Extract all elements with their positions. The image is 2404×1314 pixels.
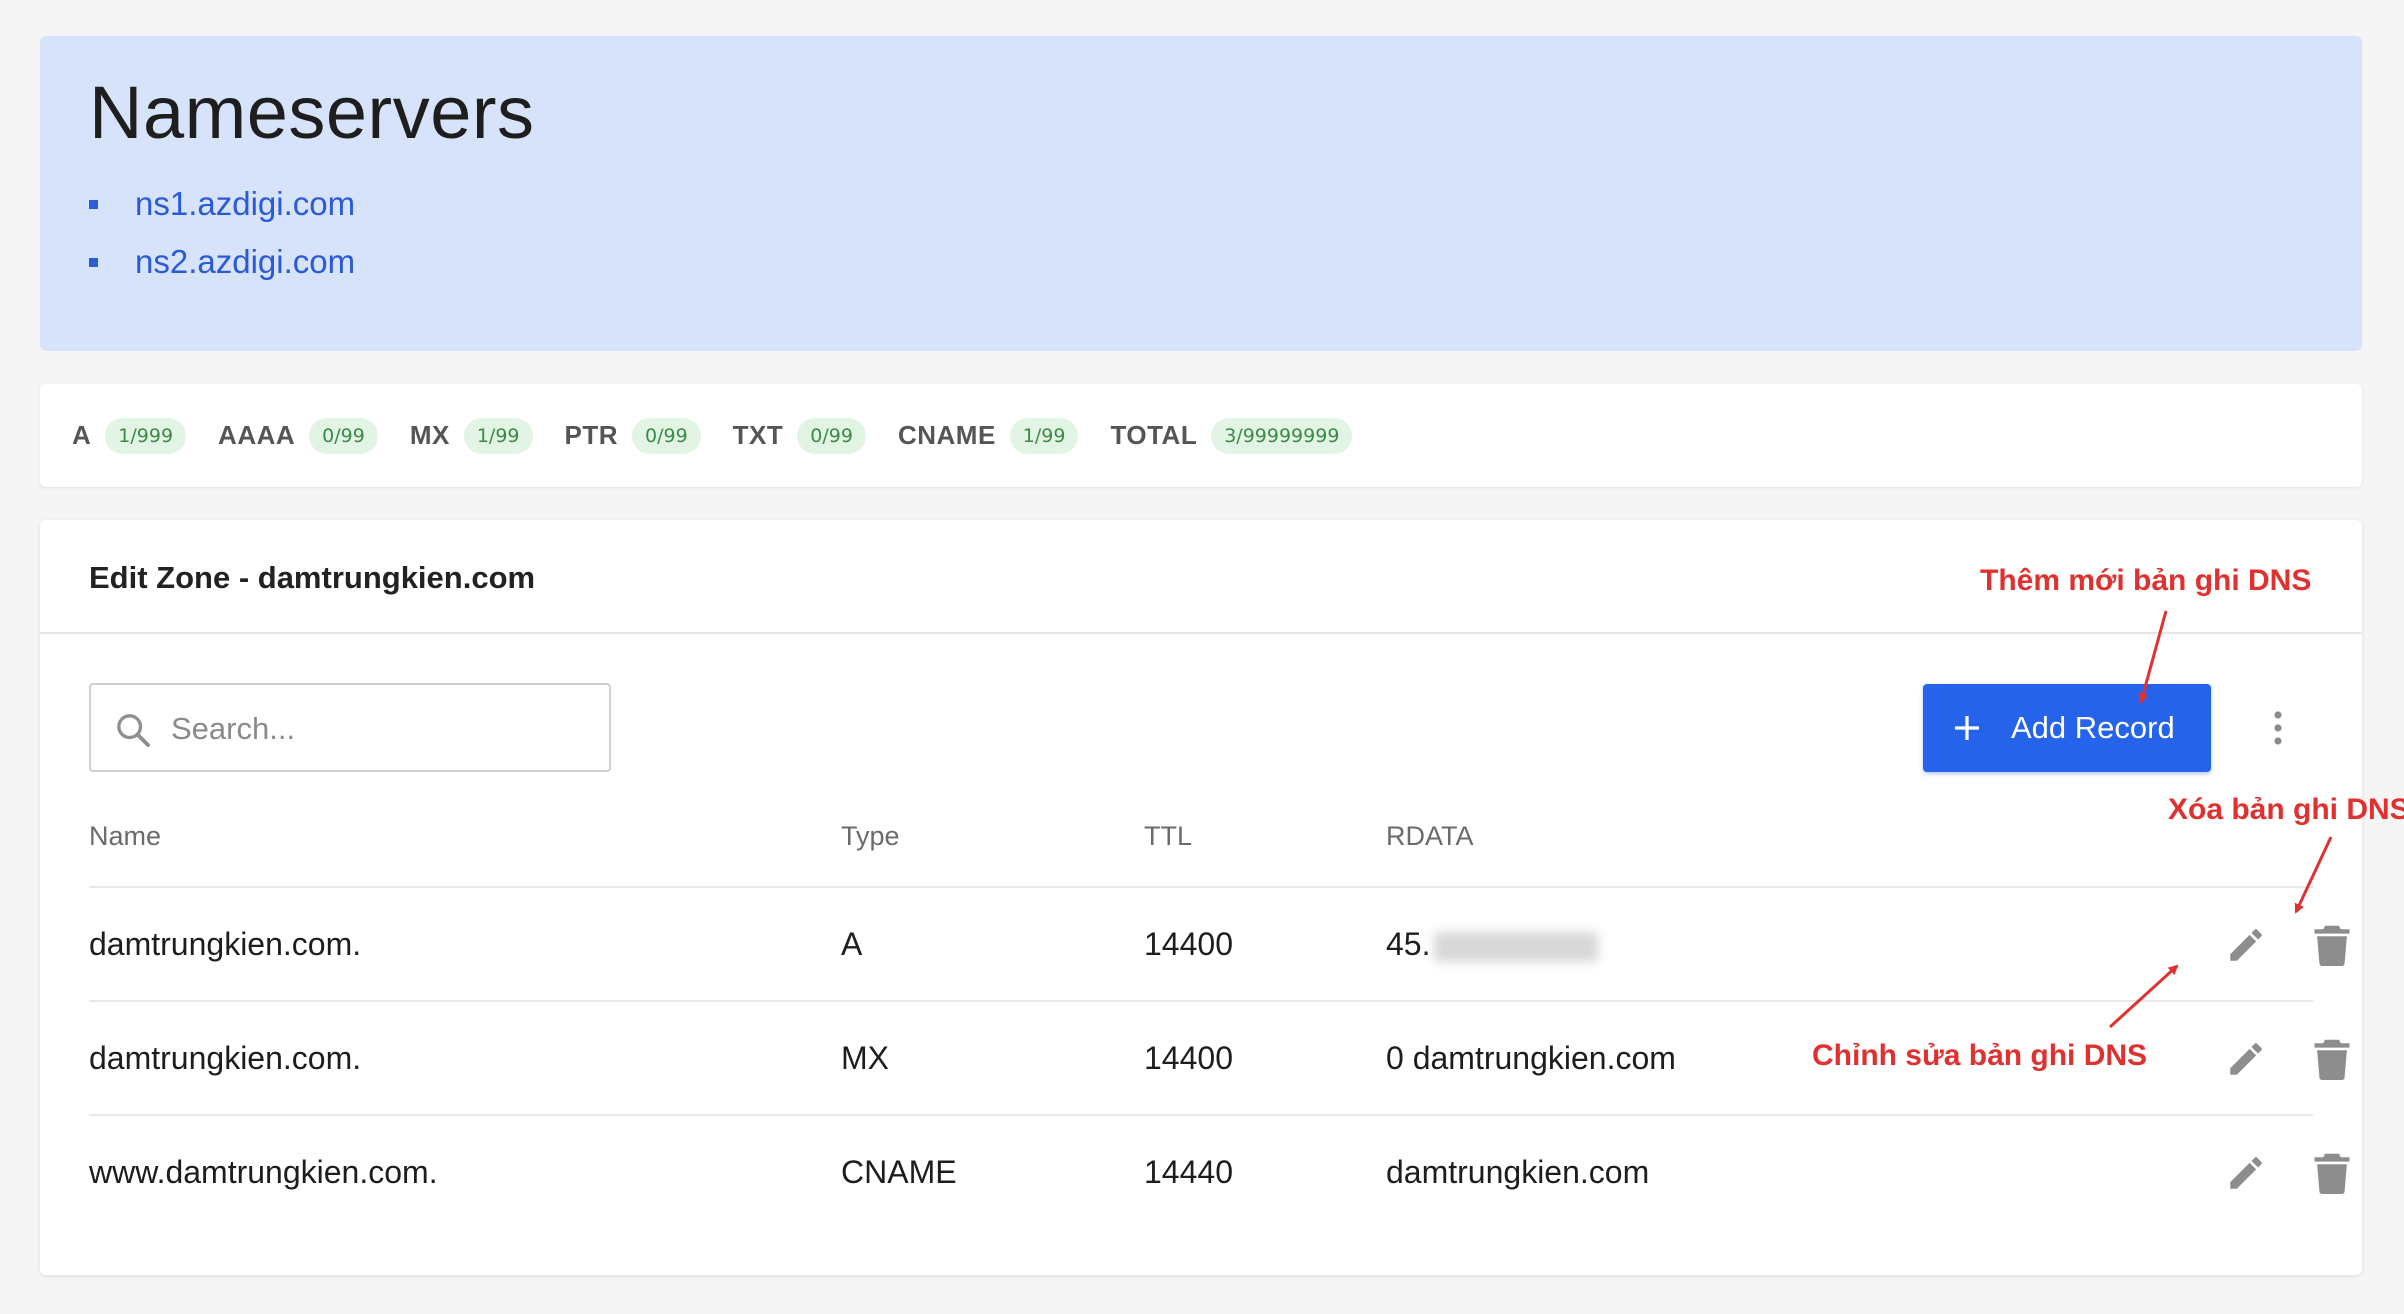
quota-label: CNAME: [897, 420, 996, 450]
redacted-ip-blur: [1434, 931, 1599, 962]
quota-badge: 1/999: [105, 417, 187, 454]
nameservers-title: Nameservers: [89, 71, 535, 154]
table-row: www.damtrungkien.com. CNAME 14440 damtru…: [89, 1114, 2350, 1230]
edit-pencil-icon[interactable]: [2225, 1038, 2267, 1080]
delete-trash-icon[interactable]: [2314, 924, 2350, 966]
quota-label: MX: [409, 420, 450, 450]
quota-label: TOTAL: [1110, 420, 1198, 450]
record-name: damtrungkien.com.: [89, 926, 362, 962]
quota-badge: 0/99: [309, 417, 378, 454]
record-rdata-visible: 45.: [1386, 926, 1431, 962]
search-input[interactable]: [169, 685, 593, 772]
more-options-icon[interactable]: [2272, 710, 2284, 746]
annotation-delete-record: Xóa bản ghi DNS: [2168, 793, 2404, 826]
quota-mx: MX 1/99: [409, 417, 533, 454]
edit-pencil-icon[interactable]: [2225, 924, 2267, 966]
table-row: damtrungkien.com. A 14400 45.: [89, 886, 2350, 1002]
record-ttl: 14440: [1144, 1154, 1233, 1190]
record-ttl: 14400: [1144, 926, 1233, 962]
delete-trash-icon[interactable]: [2314, 1152, 2350, 1194]
column-header-rdata[interactable]: RDATA: [1386, 821, 1474, 852]
zone-title: Edit Zone - damtrungkien.com: [89, 560, 536, 595]
nameserver-item: ns2.azdigi.com: [89, 233, 2313, 291]
annotation-edit-record: Chỉnh sửa bản ghi DNS: [1812, 1039, 2148, 1072]
quota-aaaa: AAAA 0/99: [218, 417, 378, 454]
nameserver-link-2[interactable]: ns2.azdigi.com: [135, 243, 355, 280]
quota-badge: 3/99999999: [1211, 417, 1353, 454]
record-name: www.damtrungkien.com.: [89, 1154, 438, 1190]
add-record-label: Add Record: [2011, 710, 2175, 745]
record-quota-bar: A 1/999 AAAA 0/99 MX 1/99 PTR 0/99 TXT 0…: [40, 384, 2362, 487]
quota-cname: CNAME 1/99: [897, 417, 1079, 454]
record-ttl: 14400: [1144, 1040, 1233, 1076]
quota-badge: 0/99: [632, 417, 701, 454]
nameserver-item: ns1.azdigi.com: [89, 175, 2313, 233]
edit-zone-card: Edit Zone - damtrungkien.com Add Record …: [40, 520, 2362, 1275]
quota-label: TXT: [732, 420, 784, 450]
column-header-name[interactable]: Name: [89, 821, 161, 852]
quota-label: AAAA: [218, 420, 296, 450]
record-rdata: damtrungkien.com: [1386, 1154, 1650, 1190]
nameservers-panel: Nameservers ns1.azdigi.com ns2.azdigi.co…: [40, 36, 2362, 351]
add-record-button[interactable]: Add Record: [1923, 684, 2211, 772]
column-header-type[interactable]: Type: [841, 821, 900, 852]
annotation-add-record: Thêm mới bản ghi DNS: [1980, 564, 2312, 597]
record-type: A: [841, 926, 863, 962]
delete-trash-icon[interactable]: [2314, 1038, 2350, 1080]
search-box: [89, 683, 611, 772]
search-icon: [117, 714, 150, 747]
quota-badge: 0/99: [797, 417, 866, 454]
edit-pencil-icon[interactable]: [2225, 1152, 2267, 1194]
nameserver-list: ns1.azdigi.com ns2.azdigi.com: [89, 175, 2313, 291]
record-rdata: 45.: [1386, 926, 1599, 963]
bullet-icon: [89, 200, 98, 210]
quota-a: A 1/999: [72, 417, 187, 454]
column-header-ttl[interactable]: TTL: [1144, 821, 1192, 852]
plus-icon: [1955, 716, 1979, 740]
record-type: CNAME: [841, 1154, 957, 1190]
nameserver-link-1[interactable]: ns1.azdigi.com: [135, 185, 355, 222]
quota-label: PTR: [564, 420, 618, 450]
quota-total: TOTAL 3/99999999: [1110, 417, 1353, 454]
record-type: MX: [841, 1040, 889, 1076]
quota-txt: TXT 0/99: [732, 417, 866, 454]
quota-badge: 1/99: [1009, 417, 1079, 454]
bullet-icon: [89, 258, 98, 268]
quota-badge: 1/99: [463, 417, 533, 454]
record-name: damtrungkien.com.: [89, 1040, 362, 1076]
quota-ptr: PTR 0/99: [564, 417, 701, 454]
quota-label: A: [72, 420, 92, 450]
record-rdata: 0 damtrungkien.com: [1386, 1040, 1676, 1076]
